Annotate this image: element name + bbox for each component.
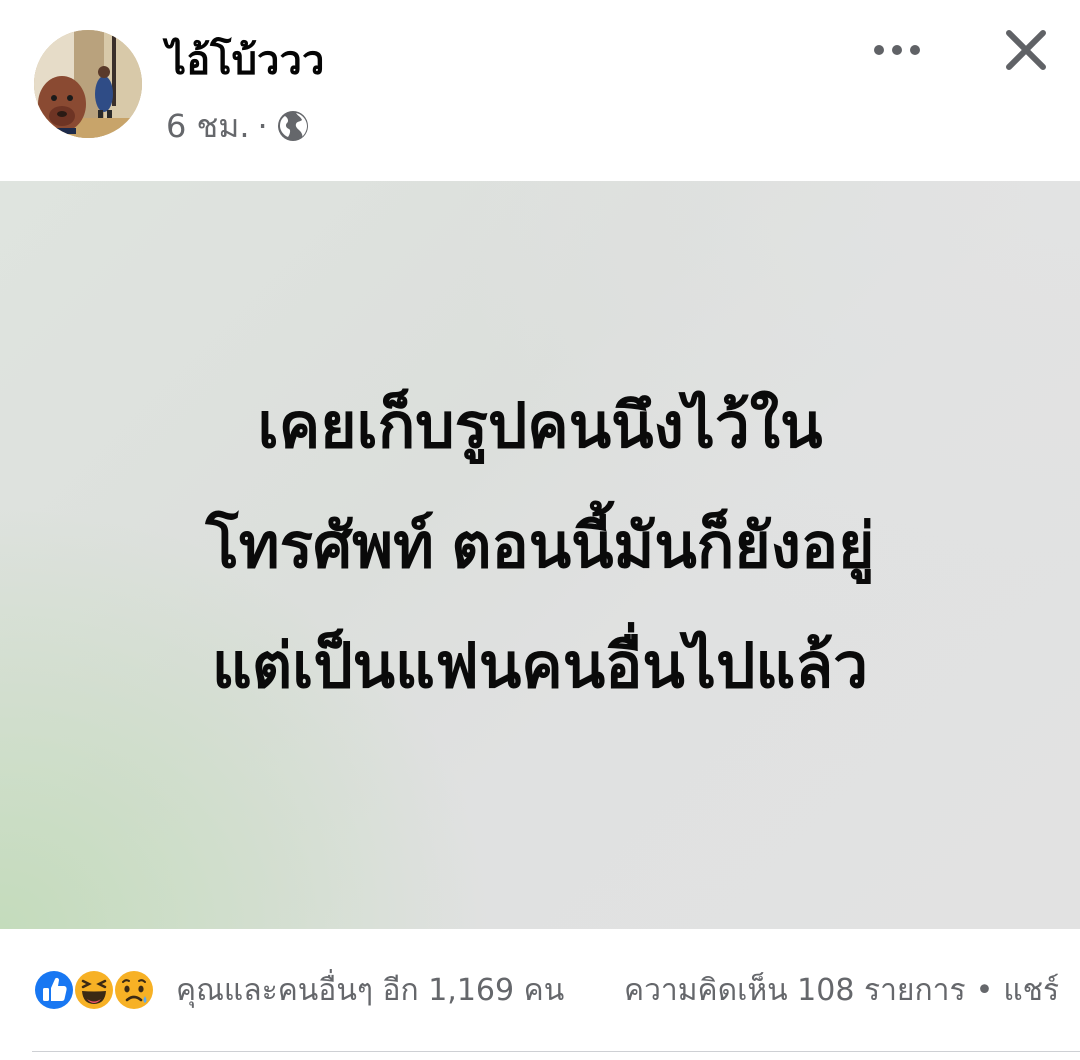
globe-icon[interactable] (276, 109, 310, 143)
close-button[interactable] (996, 20, 1056, 80)
divider (32, 1051, 1080, 1052)
more-options-button[interactable] (866, 26, 928, 74)
post-text-line: แต่เป็นแฟนคนอื่นไปแล้ว (211, 632, 869, 701)
reaction-icons[interactable] (32, 967, 155, 1013)
more-dots-icon (874, 45, 920, 55)
post-timestamp[interactable]: 6 ชม. (166, 101, 250, 152)
post-background-card[interactable]: เคยเก็บรูปคนนึงไว้ใน โทรศัพท์ ตอนนี้มันก… (0, 181, 1080, 929)
engagement-bar: คุณและคนอื่นๆ อีก 1,169 คน ความคิดเห็น 1… (0, 929, 1080, 1059)
author-name[interactable]: ไอ้โบ้ววว (166, 28, 324, 92)
count-separator: • (975, 972, 994, 1008)
like-reaction-icon (32, 968, 76, 1012)
reaction-summary[interactable]: คุณและคนอื่นๆ อีก 1,169 คน (176, 967, 564, 1013)
post-text: เคยเก็บรูปคนนึงไว้ใน โทรศัพท์ ตอนนี้มันก… (40, 367, 1040, 727)
avatar-image (34, 30, 142, 138)
post-text-line: โทรศัพท์ ตอนนี้มันก็ยังอยู่ (205, 512, 875, 581)
shares-count[interactable]: แชร์ (1003, 967, 1059, 1014)
post-text-line: เคยเก็บรูปคนนึงไว้ใน (257, 392, 823, 461)
sad-reaction-icon (112, 968, 156, 1012)
avatar[interactable] (34, 30, 142, 138)
post-header: ไอ้โบ้ววว 6 ชม. · (0, 0, 1080, 180)
comments-count[interactable]: ความคิดเห็น 108 รายการ (624, 967, 966, 1014)
post-meta: 6 ชม. · (166, 104, 310, 148)
meta-separator: · (257, 107, 268, 145)
close-icon (1006, 30, 1046, 70)
haha-reaction-icon (72, 968, 116, 1012)
engagement-counts: ความคิดเห็น 108 รายการ • แชร์ (624, 967, 1059, 1013)
